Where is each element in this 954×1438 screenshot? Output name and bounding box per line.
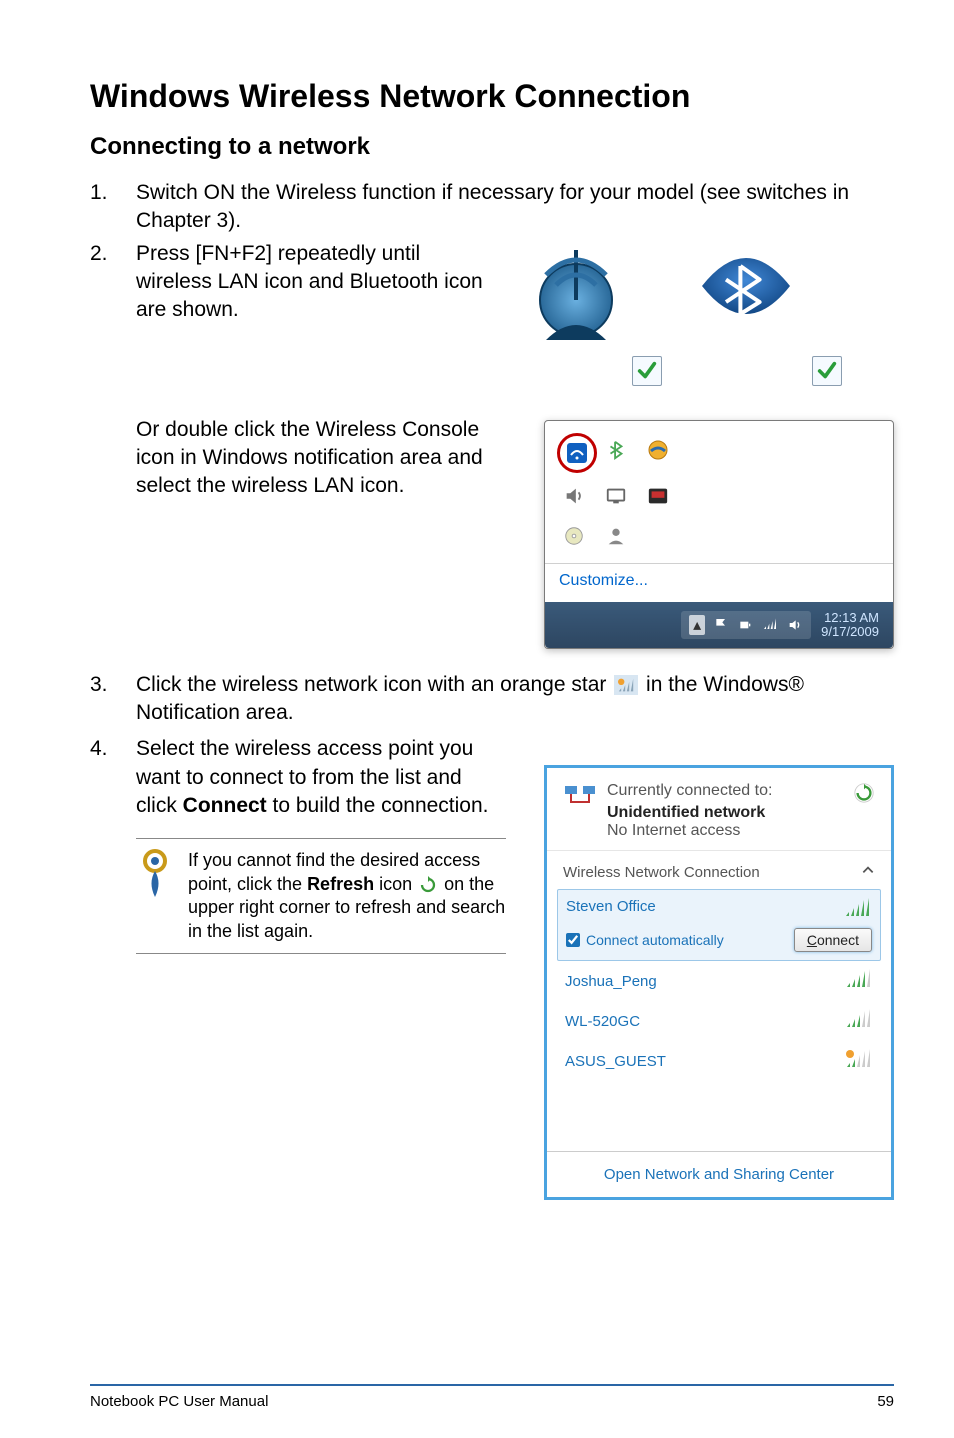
show-hidden-icon[interactable]: ▴: [689, 615, 705, 635]
ie-icon[interactable]: [641, 433, 675, 467]
touchpad-icon[interactable]: [641, 479, 675, 513]
step-number: 3.: [90, 671, 136, 728]
step-text: Press [FN+F2] repeatedly until wireless …: [136, 240, 496, 325]
connection-status: Currently connected to: Unidentified net…: [607, 782, 772, 840]
user-icon[interactable]: [599, 519, 633, 553]
page-subtitle: Connecting to a network: [90, 133, 894, 161]
speaker-icon[interactable]: [557, 479, 591, 513]
signal-icon: [845, 1009, 873, 1033]
note-text: If you cannot find the desired access po…: [188, 849, 506, 943]
signal-icon: [844, 898, 872, 922]
signal-icon: [845, 969, 873, 993]
step-text: Switch ON the Wireless function if neces…: [136, 179, 894, 236]
refresh-icon[interactable]: [853, 782, 875, 809]
wifi-item[interactable]: WL-520GC: [557, 1001, 881, 1041]
network-map-icon: [563, 782, 597, 812]
step-2-alt: Or double click the Wireless Console ico…: [136, 416, 506, 501]
note-box: If you cannot find the desired access po…: [136, 838, 506, 954]
bluetooth-tray-icon[interactable]: [599, 433, 633, 467]
page-title: Windows Wireless Network Connection: [90, 78, 894, 115]
bluetooth-big-icon: [686, 240, 836, 380]
refresh-icon: [419, 876, 437, 894]
power-icon[interactable]: [737, 617, 753, 633]
volume-tray-icon[interactable]: [787, 617, 803, 633]
monitor-icon[interactable]: [599, 479, 633, 513]
step-text: Select the wireless access point you wan…: [136, 735, 496, 820]
notification-area-popup: Customize... ▴ 12:13 AM 9/17/2009: [544, 420, 894, 649]
step-number: 2.: [90, 240, 136, 268]
step-number: 1.: [90, 179, 136, 236]
network-tray-icon[interactable]: [761, 617, 779, 633]
page-number: 59: [877, 1393, 894, 1410]
customize-link[interactable]: Customize...: [545, 563, 893, 602]
flag-icon[interactable]: [713, 617, 729, 633]
check-icon: [812, 356, 842, 386]
wifi-item[interactable]: Joshua_Peng: [557, 961, 881, 1001]
footer-divider: [90, 1384, 894, 1386]
taskbar: ▴ 12:13 AM 9/17/2009: [545, 602, 893, 648]
taskbar-clock[interactable]: 12:13 AM 9/17/2009: [815, 611, 885, 640]
important-icon: [136, 849, 178, 943]
step-3: 3. Click the wireless network icon with …: [90, 671, 894, 728]
network-flyout: Currently connected to: Unidentified net…: [544, 765, 894, 1200]
connect-automatically-checkbox[interactable]: Connect automatically: [566, 932, 724, 948]
disc-icon[interactable]: [557, 519, 591, 553]
connect-button[interactable]: CConnectonnect: [794, 928, 872, 952]
open-network-center-link[interactable]: Open Network and Sharing Center: [547, 1151, 891, 1197]
footer-left: Notebook PC User Manual: [90, 1393, 268, 1410]
step-number: 4.: [90, 735, 136, 820]
step-2: 2. Press [FN+F2] repeatedly until wirele…: [90, 240, 894, 380]
wifi-big-icon: [516, 240, 656, 380]
signal-icon: [845, 1049, 873, 1073]
step-1: 1. Switch ON the Wireless function if ne…: [90, 179, 894, 236]
wireless-console-icon[interactable]: [557, 433, 597, 473]
chevron-up-icon[interactable]: [861, 863, 875, 881]
wifi-item-selected[interactable]: Steven Office Connect automatically CCon…: [557, 889, 881, 961]
check-icon: [632, 356, 662, 386]
wifi-item[interactable]: ASUS_GUEST: [557, 1041, 881, 1081]
step-text: Click the wireless network icon with an …: [136, 671, 894, 728]
flyout-section-title: Wireless Network Connection: [547, 851, 891, 889]
wireless-star-icon: [614, 675, 638, 695]
